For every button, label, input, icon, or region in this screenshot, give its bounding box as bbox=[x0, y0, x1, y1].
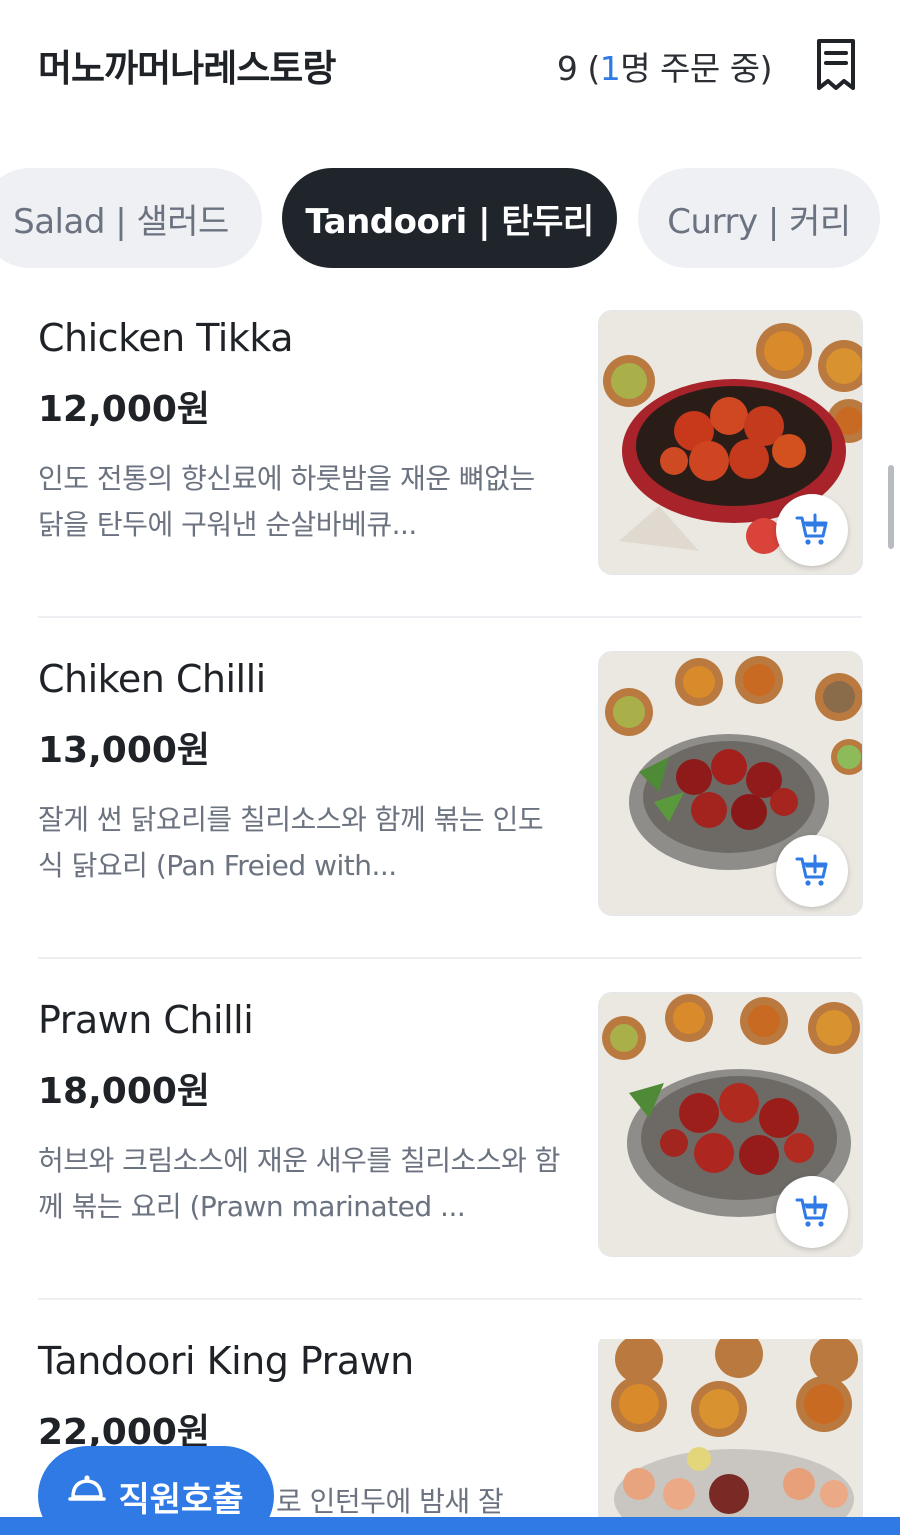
menu-item[interactable]: Chiken Chilli 13,000원 잘게 썬 닭요리를 칠리소스와 함께… bbox=[0, 651, 900, 998]
item-description: 잘게 썬 닭요리를 칠리소스와 함께 볶는 인도식 닭요리 (Pan Freie… bbox=[38, 803, 544, 882]
header: 머노까머나레스토랑 9 (1명 주문 중) bbox=[0, 0, 900, 140]
cart-add-icon bbox=[795, 1195, 828, 1227]
receipt-icon[interactable] bbox=[814, 38, 858, 92]
bottom-bar bbox=[0, 1517, 900, 1535]
add-to-cart-button[interactable] bbox=[776, 1176, 848, 1248]
item-name: Chiken Chilli bbox=[38, 657, 266, 701]
cart-add-icon bbox=[795, 854, 828, 886]
bell-icon bbox=[68, 1475, 107, 1501]
table-order-status: 9 (1명 주문 중) bbox=[556, 42, 773, 90]
item-price: 12,000원 bbox=[38, 389, 211, 430]
store-name: 머노까머나레스토랑 bbox=[38, 47, 336, 90]
category-tabs: Salad | 샐러드 Tandoori | 탄두리 Curry | 커리 bbox=[0, 168, 900, 268]
tab-salad[interactable]: Salad | 샐러드 bbox=[0, 168, 262, 268]
tab-curry[interactable]: Curry | 커리 bbox=[638, 168, 880, 268]
item-name: Tandoori King Prawn bbox=[38, 1339, 414, 1383]
item-price: 18,000원 bbox=[38, 1071, 211, 1112]
add-to-cart-button[interactable] bbox=[776, 835, 848, 907]
add-to-cart-button[interactable] bbox=[776, 494, 848, 566]
scrollbar[interactable] bbox=[888, 465, 894, 549]
item-divider bbox=[38, 957, 862, 959]
order-count: 1 bbox=[599, 49, 621, 88]
item-photo[interactable] bbox=[598, 1339, 863, 1517]
item-divider bbox=[38, 1298, 862, 1300]
item-description: 허브와 크림소스에 재운 새우를 칠리소스와 함께 볶는 요리 (Prawn m… bbox=[38, 1144, 560, 1223]
item-description: 로 인턴두에 밤새 잘 bbox=[276, 1485, 504, 1517]
item-divider bbox=[38, 616, 862, 618]
item-name: Chicken Tikka bbox=[38, 316, 294, 360]
menu-item[interactable]: Chicken Tikka 12,000원 인도 전통의 향신료에 하룻밤을 재… bbox=[0, 310, 900, 657]
item-description: 인도 전통의 향신료에 하룻밤을 재운 뼈없는 닭을 탄두에 구워낸 순살바베큐… bbox=[38, 462, 535, 541]
order-suffix: 명 주문 중) bbox=[620, 49, 772, 88]
order-prefix: ( bbox=[577, 49, 600, 88]
cart-add-icon bbox=[795, 513, 828, 545]
item-name: Prawn Chilli bbox=[38, 998, 254, 1042]
table-number: 9 bbox=[556, 49, 578, 88]
menu-item[interactable]: Prawn Chilli 18,000원 허브와 크림소스에 재운 새우를 칠리… bbox=[0, 992, 900, 1339]
staff-call-label: 직원호출 bbox=[118, 1480, 244, 1520]
tab-tandoori[interactable]: Tandoori | 탄두리 bbox=[282, 168, 617, 268]
item-price: 13,000원 bbox=[38, 730, 211, 771]
